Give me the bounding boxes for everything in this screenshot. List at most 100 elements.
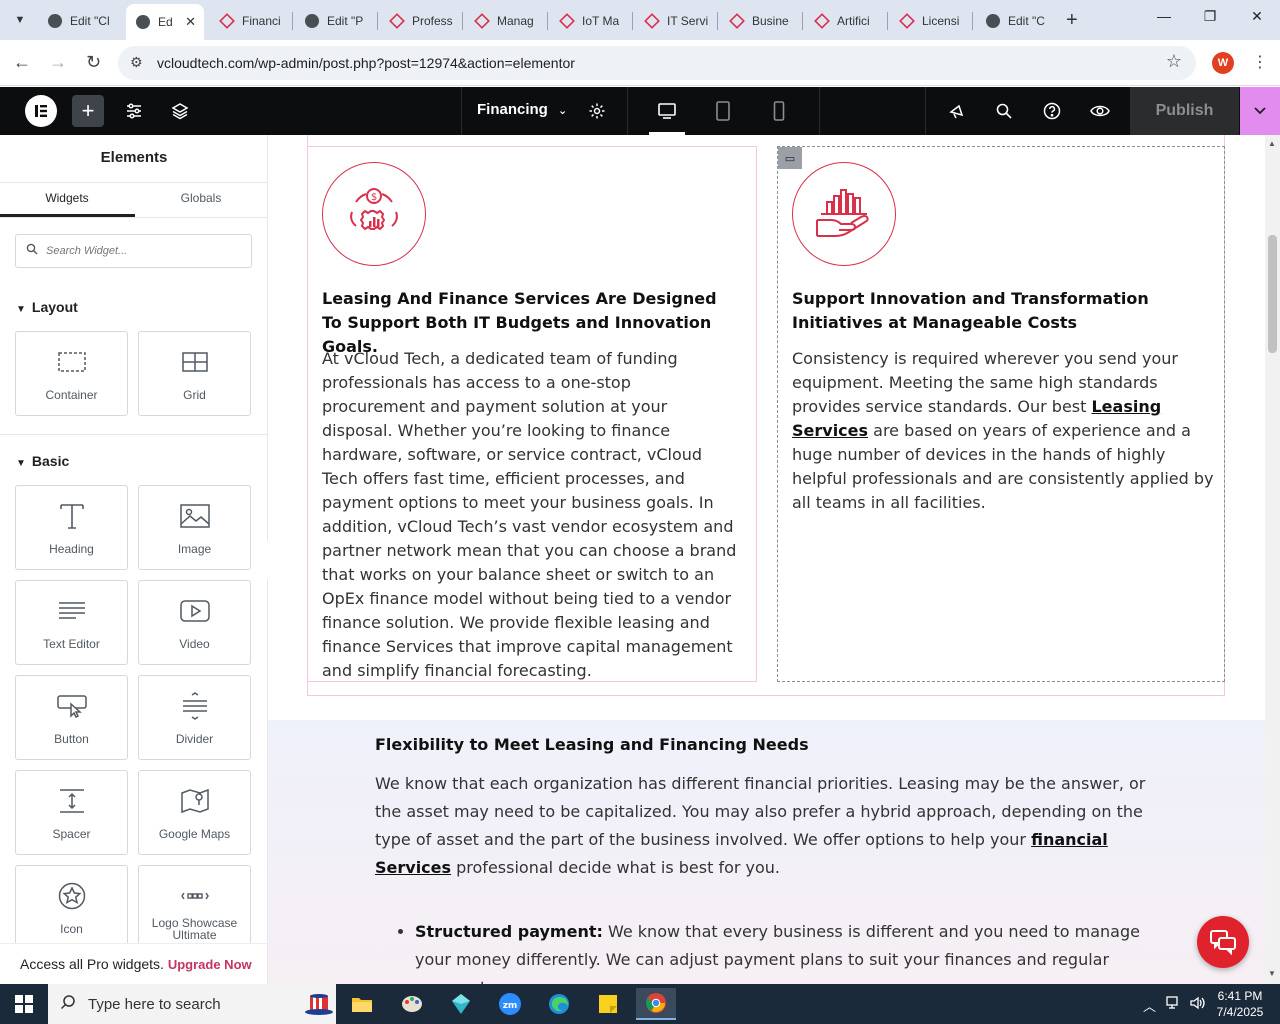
mobile-device-icon[interactable]: [763, 95, 795, 127]
paint-app-icon[interactable]: [392, 988, 432, 1020]
scroll-down-arrow-icon[interactable]: ▼: [1268, 969, 1276, 978]
page-settings-gear-icon[interactable]: [581, 95, 613, 127]
widget-card-grid[interactable]: Grid: [138, 331, 251, 416]
wordpress-favicon-icon: [136, 15, 150, 29]
widget-card-spacer[interactable]: Spacer: [15, 770, 128, 855]
preview-eye-icon[interactable]: [1084, 95, 1116, 127]
new-tab-button[interactable]: +: [1066, 9, 1078, 32]
scroll-up-arrow-icon[interactable]: ▲: [1268, 139, 1276, 148]
layout-category-heading[interactable]: ▼ Layout: [16, 299, 78, 315]
widget-card-google-maps[interactable]: Google Maps: [138, 770, 251, 855]
upgrade-now-link[interactable]: Upgrade Now: [168, 957, 252, 972]
left-column[interactable]: $ Leasing And Finance Services Are Desig…: [308, 146, 757, 682]
browser-tab[interactable]: Edit "P: [295, 6, 375, 36]
widget-card-text-editor[interactable]: Text Editor: [15, 580, 128, 665]
windows-start-icon[interactable]: [0, 984, 48, 1024]
browser-tab-label: Busine: [752, 14, 789, 28]
tab-globals[interactable]: Globals: [134, 191, 267, 205]
search-widget-field[interactable]: [15, 234, 252, 268]
tab-search-chevron-icon[interactable]: ▼: [8, 8, 32, 32]
browser-tab[interactable]: Edit "C: [976, 6, 1058, 36]
browser-tab[interactable]: Artifici: [805, 6, 885, 36]
widget-card-container[interactable]: Container: [15, 331, 128, 416]
search-widget-input[interactable]: [46, 241, 246, 261]
profile-avatar[interactable]: W: [1212, 52, 1234, 74]
site-settings-icon[interactable]: [118, 95, 150, 127]
pro-upgrade-bar: Access all Pro widgets. Upgrade Now: [0, 943, 267, 984]
tab-separator: [462, 12, 463, 30]
back-icon[interactable]: ←: [13, 52, 31, 73]
forward-icon[interactable]: →: [49, 52, 67, 73]
finder-search-icon[interactable]: [988, 95, 1020, 127]
browser-tab[interactable]: Ed ✕: [126, 4, 204, 40]
minimize-button[interactable]: —: [1154, 8, 1174, 24]
widget-card-button[interactable]: Button: [15, 675, 128, 760]
zoom-app-icon[interactable]: zm: [490, 988, 530, 1020]
tablet-device-icon[interactable]: [707, 95, 739, 127]
widget-card-divider[interactable]: Divider: [138, 675, 251, 760]
browser-tab[interactable]: Edit "Cl: [38, 6, 120, 36]
canvas-scrollbar[interactable]: ▲ ▼: [1265, 135, 1280, 984]
widget-card-icon[interactable]: Icon: [15, 865, 128, 950]
file-explorer-icon[interactable]: [342, 988, 382, 1020]
taskbar-search-box[interactable]: Type here to search: [48, 984, 336, 1024]
omnibox[interactable]: ⚙ vcloudtech.com/wp-admin/post.php?post=…: [118, 46, 1196, 80]
close-window-button[interactable]: ✕: [1247, 8, 1267, 25]
widget-card-heading[interactable]: Heading: [15, 485, 128, 570]
browser-tab[interactable]: Financi: [210, 6, 290, 36]
hand-chart-icon: [792, 162, 896, 266]
url-text[interactable]: vcloudtech.com/wp-admin/post.php?post=12…: [157, 55, 575, 71]
tray-overflow-chevron-icon[interactable]: ︿: [1143, 996, 1156, 1015]
chat-widget-button[interactable]: [1197, 916, 1249, 968]
desktop-device-icon[interactable]: [651, 95, 683, 127]
clock-time: 6:41 PM: [1217, 989, 1263, 1003]
tab-separator: [632, 12, 633, 30]
right-column-text: Consistency is required wherever you sen…: [792, 349, 1214, 512]
widget-card-image[interactable]: Image: [138, 485, 251, 570]
restore-button[interactable]: ❐: [1200, 8, 1220, 25]
basic-category-heading[interactable]: ▼ Basic: [16, 453, 69, 469]
browser-tab-label: Edit "P: [327, 14, 364, 28]
browser-tab[interactable]: Licensi: [890, 6, 970, 36]
browser-tab[interactable]: Manag: [465, 6, 545, 36]
elementor-logo-icon[interactable]: [25, 95, 57, 127]
document-title[interactable]: Financing ⌄: [477, 101, 567, 118]
browser-tab[interactable]: IoT Ma: [550, 6, 630, 36]
tab-separator: [377, 12, 378, 30]
bookmark-star-icon[interactable]: ☆: [1166, 51, 1182, 72]
flexibility-section[interactable]: Flexibility to Meet Leasing and Financin…: [268, 720, 1265, 984]
tab-widgets[interactable]: Widgets: [0, 191, 134, 205]
notifications-megaphone-icon[interactable]: [941, 95, 973, 127]
help-icon[interactable]: [1036, 95, 1068, 127]
star-icon: [16, 880, 127, 912]
publish-button[interactable]: Publish: [1130, 87, 1239, 135]
close-tab-icon[interactable]: ✕: [185, 14, 196, 30]
right-column[interactable]: ▭ Support Innovation and Transformation …: [777, 146, 1225, 682]
scrollbar-thumb[interactable]: [1268, 235, 1277, 353]
widget-card-video[interactable]: Video: [138, 580, 251, 665]
reload-icon[interactable]: ↻: [86, 52, 101, 73]
structure-layers-icon[interactable]: [164, 95, 196, 127]
two-column-container[interactable]: $ Leasing And Finance Services Are Desig…: [307, 135, 1225, 696]
sticky-notes-icon[interactable]: [588, 988, 628, 1020]
browser-tab-strip: ▼ Edit "Cl Ed ✕ Financi Edit "P Profess Manag I…: [0, 0, 1280, 40]
add-element-button[interactable]: +: [72, 95, 104, 127]
widget-card-logo-showcase-ultimate[interactable]: Logo Showcase Ultimate: [138, 865, 251, 950]
site-info-icon[interactable]: ⚙: [130, 54, 143, 71]
browser-menu-icon[interactable]: ⋮: [1252, 52, 1268, 72]
browser-tab[interactable]: IT Servi: [635, 6, 715, 36]
chrome-browser-icon[interactable]: [636, 988, 676, 1020]
elements-panel: Elements Widgets Globals ▼Layout ▼Basic …: [0, 135, 268, 984]
column-handle-icon[interactable]: ▭: [778, 147, 802, 169]
right-column-heading: Support Innovation and Transformation In…: [792, 289, 1149, 332]
network-icon[interactable]: [1166, 996, 1182, 1013]
widget-label: Text Editor: [43, 637, 100, 651]
system-clock[interactable]: 6:41 PM 7/4/2025: [1204, 988, 1276, 1020]
wordpress-favicon-icon: [305, 14, 319, 28]
browser-tab-label: IT Servi: [667, 14, 709, 28]
app-diamond-icon[interactable]: [441, 988, 481, 1020]
publish-options-chevron-icon[interactable]: [1240, 87, 1280, 135]
browser-tab[interactable]: Profess: [380, 6, 460, 36]
edge-browser-icon[interactable]: [539, 988, 579, 1020]
browser-tab[interactable]: Busine: [720, 6, 800, 36]
